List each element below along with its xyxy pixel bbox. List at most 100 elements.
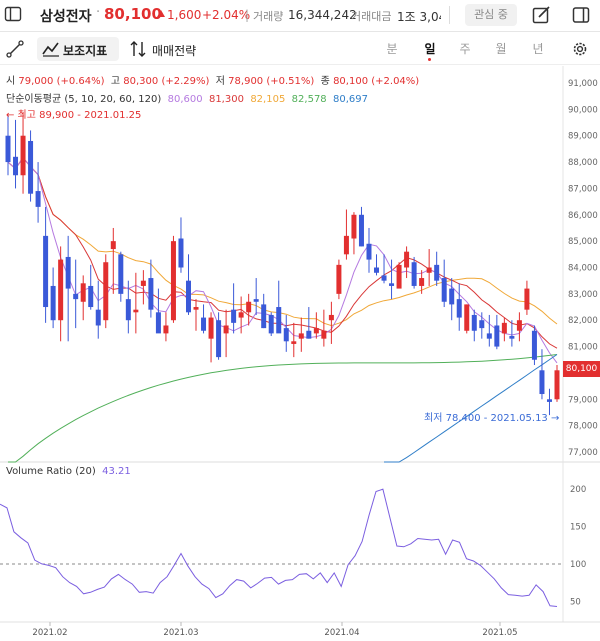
favorite-button[interactable]: 관심 중 xyxy=(465,4,517,26)
sidebar-toggle-icon[interactable] xyxy=(4,5,22,23)
high-value: 80,300 xyxy=(123,76,159,87)
price-tick-label: 78,000 xyxy=(568,422,598,432)
candle-body xyxy=(148,278,154,310)
candle-body xyxy=(103,262,109,321)
period-minute[interactable]: 분 xyxy=(384,40,400,57)
candle-body xyxy=(501,322,507,334)
candle-body xyxy=(88,285,94,308)
candle-body xyxy=(80,283,86,302)
strategy-button[interactable]: 매매전략 xyxy=(127,37,207,61)
candle-body xyxy=(374,267,380,273)
ma10-value: 81,300 xyxy=(208,94,244,105)
candle-body xyxy=(381,275,387,281)
candle-body xyxy=(185,280,191,313)
candle-body xyxy=(494,325,500,347)
date-tick-label: 2021.02 xyxy=(32,628,67,638)
stock-name[interactable]: 삼성전자 xyxy=(40,6,92,26)
side-panel-icon[interactable] xyxy=(571,5,591,25)
indicator-button[interactable]: 보조지표 xyxy=(37,37,119,61)
candle-body xyxy=(441,278,447,302)
candle-body xyxy=(58,259,64,321)
indicator-label: 보조지표 xyxy=(63,44,108,58)
period-day[interactable]: 일 xyxy=(422,40,438,57)
candle-body xyxy=(411,262,417,286)
candle-body xyxy=(238,312,244,318)
drawing-tool-icon[interactable] xyxy=(6,40,24,58)
candle-body xyxy=(321,330,327,339)
volume-value: 16,344,242 xyxy=(288,8,357,22)
candle-body xyxy=(306,330,312,339)
price-chart[interactable]: 91,000 90,000 89,000 88,000 87,000 86,000 85,0… xyxy=(0,66,600,641)
candle-body xyxy=(28,140,34,194)
candle-body xyxy=(351,214,357,239)
candle-body xyxy=(328,314,334,321)
low-pct: (+0.51%) xyxy=(266,76,315,87)
period-year[interactable]: 년 xyxy=(530,40,546,57)
candle-body xyxy=(531,330,537,360)
edit-icon[interactable] xyxy=(531,5,551,25)
price-change: 1,600 xyxy=(167,8,202,22)
ma5-value: 80,600 xyxy=(167,94,203,105)
period-month[interactable]: 월 xyxy=(493,40,509,57)
ma-label: 단순이동평균 (5, 10, 20, 60, 120) xyxy=(6,94,162,105)
candle-body xyxy=(223,325,229,334)
low-label: 저 xyxy=(215,76,225,87)
high-pct: (+2.29%) xyxy=(161,76,210,87)
ma120-value: 80,697 xyxy=(333,94,369,105)
candle-body xyxy=(336,264,342,294)
candle-body xyxy=(231,309,237,323)
candle-body xyxy=(419,278,425,286)
candle-body xyxy=(35,191,41,207)
candle-body xyxy=(291,341,297,344)
candle-body xyxy=(358,214,364,247)
active-period-indicator xyxy=(428,58,431,61)
candle-body xyxy=(449,288,455,305)
amount-value: 1조 3,044 xyxy=(397,10,441,24)
candle-body xyxy=(43,235,49,308)
price-tick-label: 87,000 xyxy=(568,184,598,194)
vr-tick-label: 100 xyxy=(570,560,586,570)
candle-body xyxy=(283,328,289,342)
price-tick-label: 77,000 xyxy=(568,448,598,458)
high-label: 고 xyxy=(110,76,121,87)
candle-body xyxy=(170,241,176,321)
price-tick-label: 81,000 xyxy=(568,343,598,353)
candle-body xyxy=(524,288,530,310)
candle-body xyxy=(276,307,282,334)
candle-body xyxy=(133,309,139,313)
current-price: 80,100 xyxy=(104,5,162,23)
candle-body xyxy=(20,135,26,176)
open-pct: (+0.64%) xyxy=(56,76,105,87)
candle-body xyxy=(50,285,56,321)
candle-body xyxy=(479,320,485,329)
price-tick-label: 86,000 xyxy=(568,211,598,221)
candle-body xyxy=(486,333,492,339)
price-tick-label: 91,000 xyxy=(568,79,598,89)
candle-body xyxy=(389,283,395,286)
price-axis: 91,000 90,000 89,000 88,000 87,000 86,000 85,0… xyxy=(568,79,598,458)
candle-body xyxy=(193,307,199,310)
divider: | xyxy=(245,8,250,22)
candle-body xyxy=(110,241,116,250)
price-tick-label: 82,000 xyxy=(568,316,598,326)
price-tick-label: 88,000 xyxy=(568,158,598,168)
price-tick-label: 89,000 xyxy=(568,132,598,142)
date-tick-label: 2021.03 xyxy=(163,628,198,638)
close-pct: (+2.04%) xyxy=(371,76,420,87)
period-week[interactable]: 주 xyxy=(457,40,473,57)
gear-icon[interactable] xyxy=(571,40,589,58)
candle-body xyxy=(404,251,410,268)
candle-body xyxy=(268,314,274,334)
vr-tick-label: 50 xyxy=(570,597,581,607)
ohlc-info: 시 79,000 (+0.64%) 고 80,300 (+2.29%) 저 78… xyxy=(6,72,419,87)
volume-ratio-panel: 200 150 100 50 xyxy=(0,485,586,607)
volume-ratio-line xyxy=(0,488,558,607)
volume-label: 거래량 xyxy=(253,10,284,23)
candle-body xyxy=(554,370,560,400)
close-label: 종 xyxy=(320,76,330,87)
high-annotation: ← 최고 89,900 - 2021.01.25 xyxy=(6,110,142,121)
candle-body xyxy=(253,299,259,302)
date-tick-label: 2021.04 xyxy=(324,628,359,638)
strategy-label: 매매전략 xyxy=(152,44,197,58)
candle-body xyxy=(516,320,522,331)
